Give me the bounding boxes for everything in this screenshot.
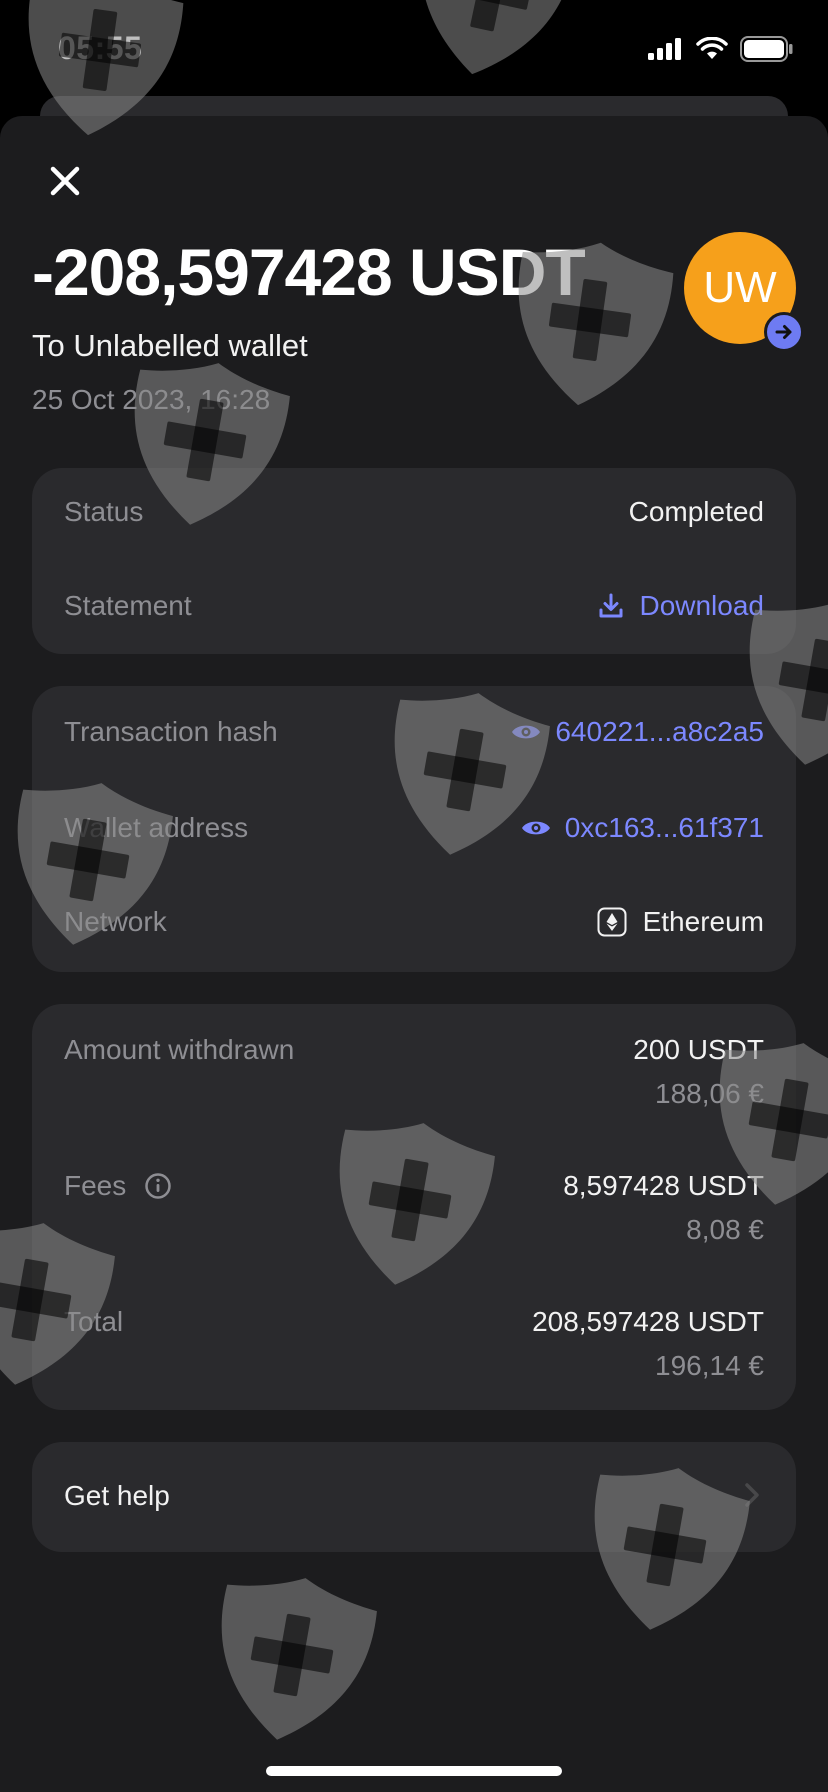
battery-icon [740, 36, 793, 62]
network-label: Network [64, 906, 167, 937]
wallet-address-value: 0xc163...61f371 [564, 812, 764, 843]
fees-label: Fees [64, 1170, 127, 1201]
total-row: Total 208,597428 USDT 196,14 € [64, 1306, 764, 1382]
amount-withdrawn-row: Amount withdrawn 200 USDT 188,06 € [64, 1034, 764, 1110]
statement-label: Statement [64, 590, 192, 621]
status-card: Status Completed Statement Download [32, 468, 796, 654]
eye-icon [512, 725, 541, 739]
arrow-right-icon [775, 325, 792, 339]
transaction-amount: -208,597428 USDT [32, 235, 586, 309]
fees-value: 8,597428 USDT [563, 1170, 764, 1201]
amount-withdrawn-fiat: 188,06 € [655, 1078, 764, 1109]
status-time: 05:55 [58, 30, 143, 66]
wallet-address-link[interactable]: 0xc163...61f371 [521, 812, 764, 844]
ethereum-icon [597, 907, 627, 937]
amount-withdrawn-value: 200 USDT [633, 1034, 764, 1065]
download-button[interactable]: Download [597, 590, 764, 622]
close-button[interactable] [40, 156, 90, 206]
eye-icon [521, 821, 550, 835]
download-icon [599, 593, 623, 618]
transaction-hash-link[interactable]: 640221...a8c2a5 [511, 716, 764, 748]
status-label: Status [64, 496, 144, 527]
amounts-card: Amount withdrawn 200 USDT 188,06 € Fees … [32, 1004, 796, 1410]
transaction-hash-label: Transaction hash [64, 716, 278, 747]
get-help-button[interactable]: Get help [32, 1442, 796, 1552]
total-value: 208,597428 USDT [532, 1306, 764, 1337]
wallet-address-row: Wallet address 0xc163...61f371 [64, 812, 764, 844]
home-indicator[interactable] [266, 1766, 562, 1776]
transaction-hash-row: Transaction hash 640221...a8c2a5 [64, 716, 764, 748]
wifi-icon [696, 37, 728, 59]
total-label: Total [64, 1306, 124, 1337]
transaction-details-sheet: -208,597428 USDT To Unlabelled wallet 25… [0, 116, 828, 1792]
outgoing-badge [764, 312, 804, 352]
status-row: Status Completed [64, 496, 764, 528]
network-value-wrap: Ethereum [597, 906, 764, 938]
network-row: Network Ethereum [64, 906, 764, 938]
cellular-signal-icon [648, 38, 681, 60]
status-icons [648, 36, 794, 62]
info-icon[interactable] [144, 1172, 172, 1200]
wallet-address-label: Wallet address [64, 812, 249, 843]
close-icon [50, 166, 80, 196]
fees-row: Fees 8,597428 USDT 8,08 € [64, 1170, 764, 1246]
recipient-label: To Unlabelled wallet [32, 328, 308, 363]
chevron-right-icon [745, 1483, 759, 1507]
total-fiat: 196,14 € [655, 1350, 764, 1381]
fees-label-wrap: Fees [64, 1170, 172, 1202]
statement-row: Statement Download [64, 590, 764, 622]
network-value: Ethereum [642, 906, 764, 937]
transaction-date: 25 Oct 2023, 16:28 [32, 384, 271, 415]
amount-withdrawn-label: Amount withdrawn [64, 1034, 295, 1065]
status-bar: 05:55 [0, 0, 828, 100]
status-value: Completed [628, 496, 764, 527]
download-label: Download [639, 590, 764, 621]
blockchain-card: Transaction hash 640221...a8c2a5 Wallet … [32, 686, 796, 972]
transaction-hash-value: 640221...a8c2a5 [555, 716, 764, 747]
get-help-label: Get help [64, 1480, 170, 1511]
fees-fiat: 8,08 € [686, 1214, 764, 1245]
avatar-initials: UW [703, 263, 777, 312]
